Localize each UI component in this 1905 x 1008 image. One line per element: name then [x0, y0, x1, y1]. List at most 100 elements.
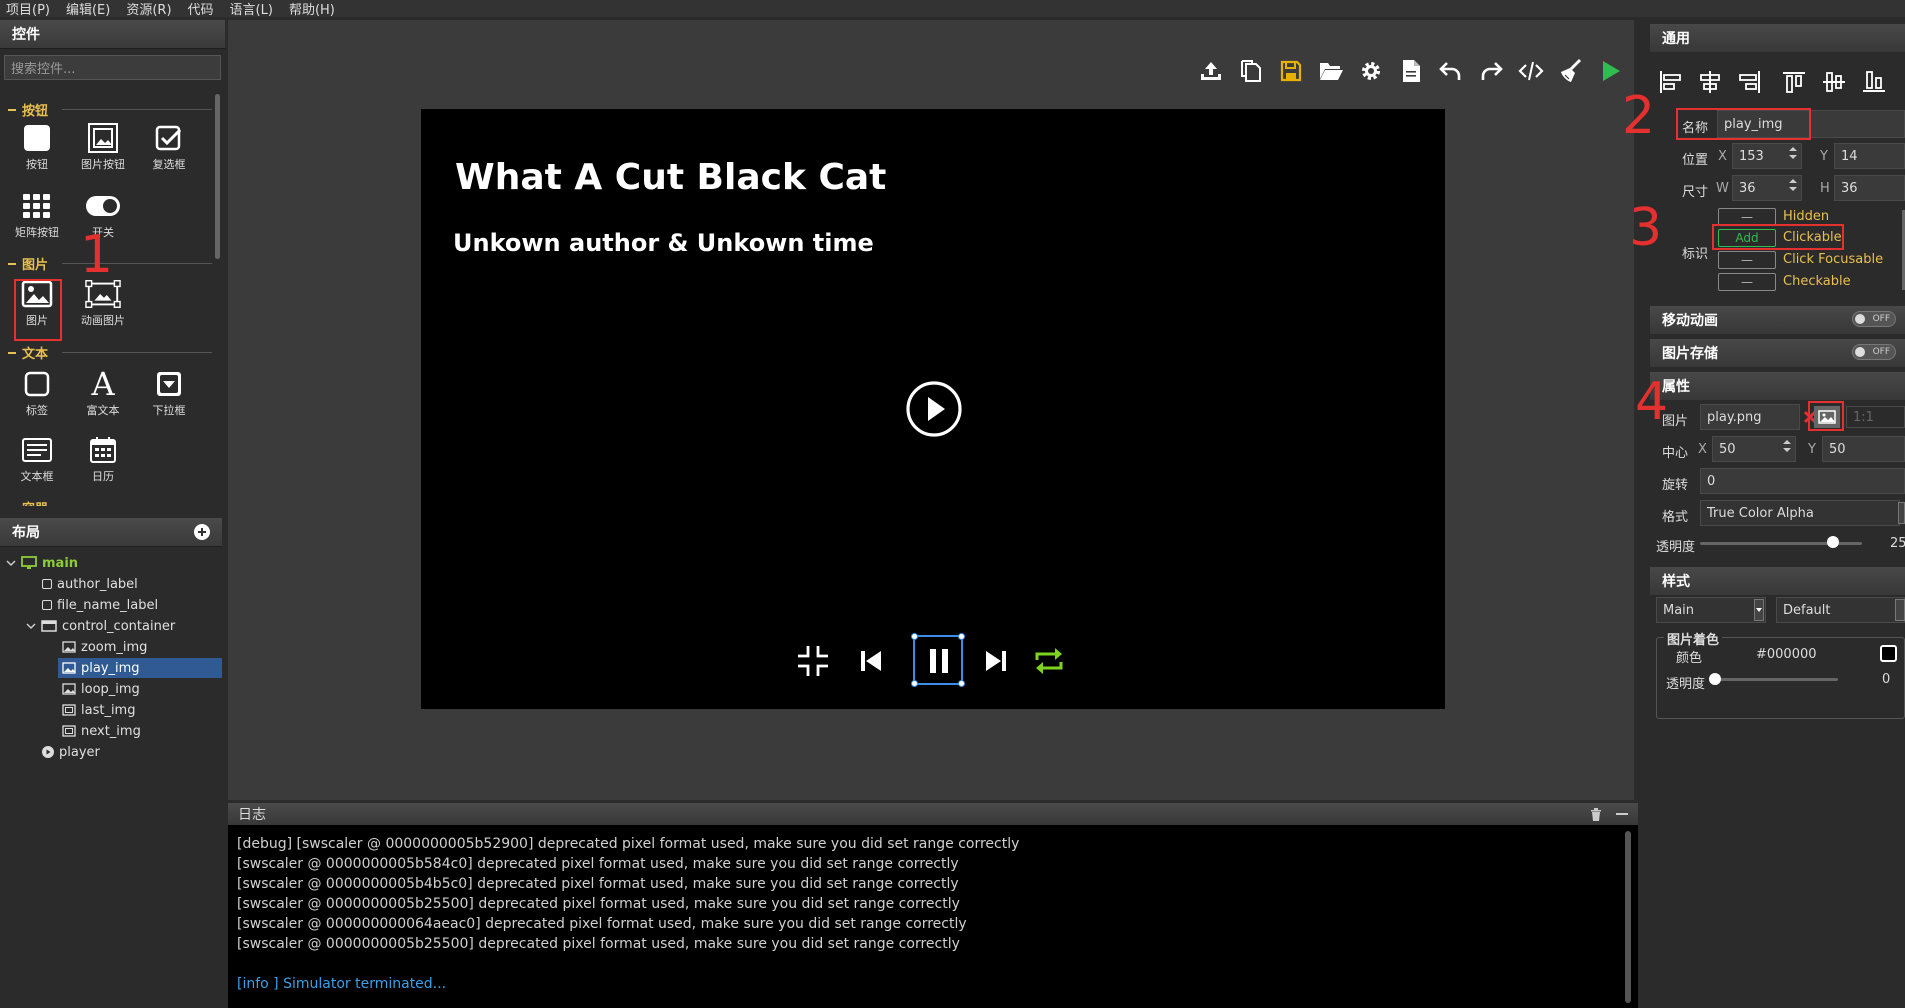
file-icon[interactable]	[1398, 58, 1424, 84]
save-icon[interactable]	[1278, 58, 1304, 84]
size-h-input[interactable]: 36	[1834, 175, 1905, 201]
style-part-select[interactable]: Main	[1656, 597, 1766, 623]
align-vcenter-icon[interactable]	[1822, 70, 1846, 94]
style-state-select[interactable]: Default	[1776, 597, 1905, 623]
spinner-icon[interactable]	[1789, 146, 1799, 160]
add-icon[interactable]	[194, 524, 210, 540]
menu-code[interactable]: 代码	[188, 0, 214, 18]
log-info-line: [info ] Simulator terminated...	[237, 976, 447, 992]
position-x-input[interactable]: 153	[1732, 143, 1802, 169]
tree-item-main[interactable]: main	[6, 553, 78, 573]
device-screen[interactable]: What A Cut Black Cat Unkown author & Unk…	[421, 109, 1445, 709]
code-icon[interactable]	[1518, 58, 1544, 84]
zoom-icon[interactable]	[796, 644, 830, 678]
broom-icon[interactable]	[1558, 58, 1584, 84]
spinner-icon[interactable]	[1789, 178, 1799, 192]
tree-item-next-img[interactable]: next_img	[62, 721, 141, 741]
center-play-icon[interactable]	[905, 380, 963, 438]
widget-scrollbar[interactable]	[215, 94, 220, 259]
menu-resources[interactable]: 资源(R)	[126, 0, 171, 18]
gear-icon[interactable]	[1358, 58, 1384, 84]
attributes-section-header[interactable]: 属性	[1650, 372, 1905, 400]
loop-icon[interactable]	[1033, 644, 1065, 678]
align-hcenter-icon[interactable]	[1698, 70, 1722, 94]
image-source-input[interactable]: play.png	[1700, 404, 1800, 430]
undo-icon[interactable]	[1438, 58, 1464, 84]
flag-checkable-button[interactable]: —	[1718, 273, 1776, 291]
tint-color-label: 颜色	[1676, 651, 1703, 666]
pause-icon-selected[interactable]	[911, 633, 965, 687]
align-left-icon[interactable]	[1658, 70, 1682, 94]
chevron-down-icon[interactable]	[6, 558, 16, 568]
next-track-icon[interactable]	[983, 648, 1009, 674]
center-x-input[interactable]: 50	[1712, 436, 1796, 462]
design-canvas[interactable]: What A Cut Black Cat Unkown author & Unk…	[228, 20, 1638, 800]
widget-calendar[interactable]: 日历	[71, 432, 135, 484]
format-select[interactable]: True Color Alpha	[1700, 500, 1900, 526]
chevron-down-icon[interactable]	[1895, 599, 1905, 621]
widget-image-button[interactable]: 图片按钮	[71, 120, 135, 172]
textarea-icon	[19, 432, 55, 468]
image-storage-toggle[interactable]: OFF	[1852, 344, 1896, 360]
aspect-ratio-button[interactable]: 1:1	[1846, 406, 1905, 428]
move-animation-toggle[interactable]: OFF	[1852, 311, 1896, 327]
widget-label-label: 标签	[26, 404, 48, 417]
menu-edit[interactable]: 编辑(E)	[66, 0, 110, 18]
run-icon[interactable]	[1598, 58, 1624, 84]
calendar-icon	[85, 432, 121, 468]
tree-label-player: player	[59, 744, 100, 760]
flags-label: 标识	[1682, 247, 1709, 262]
rotation-input[interactable]: 0	[1700, 468, 1905, 494]
open-folder-icon[interactable]	[1318, 58, 1344, 84]
style-part-value: Main	[1663, 602, 1695, 618]
tree-item-zoom-img[interactable]: zoom_img	[62, 637, 147, 657]
align-bottom-icon[interactable]	[1862, 70, 1886, 94]
flag-click-focusable-button[interactable]: —	[1718, 251, 1776, 269]
redo-icon[interactable]	[1478, 58, 1504, 84]
center-y-input[interactable]: 50	[1822, 436, 1905, 462]
align-toolbar	[1654, 68, 1905, 94]
menu-project[interactable]: 项目(P)	[6, 0, 50, 18]
tree-item-loop-img[interactable]: loop_img	[62, 679, 140, 699]
tree-item-file-name-label[interactable]: file_name_label	[42, 595, 158, 615]
widget-button[interactable]: 按钮	[5, 120, 69, 172]
checkbox-icon	[151, 120, 187, 156]
style-section-header[interactable]: 样式	[1650, 567, 1905, 595]
log-scrollbar[interactable]	[1625, 831, 1631, 1003]
align-top-icon[interactable]	[1782, 70, 1806, 94]
tint-color-swatch[interactable]	[1880, 645, 1897, 662]
position-y-input[interactable]: 14	[1834, 143, 1905, 169]
size-w-label: W	[1716, 181, 1729, 196]
chevron-down-icon[interactable]	[1898, 502, 1905, 524]
menu-help[interactable]: 帮助(H)	[289, 0, 335, 18]
tint-opacity-slider-handle[interactable]	[1709, 673, 1721, 685]
format-value: True Color Alpha	[1707, 505, 1814, 521]
menu-language[interactable]: 语言(L)	[230, 0, 273, 18]
spinner-icon[interactable]	[1783, 439, 1793, 453]
widget-checkbox[interactable]: 复选框	[137, 120, 201, 172]
tree-item-play-img[interactable]: play_img	[62, 658, 140, 678]
widget-rich-text[interactable]: A 富文本	[71, 366, 135, 418]
align-right-icon[interactable]	[1738, 70, 1762, 94]
chevron-down-icon[interactable]	[26, 621, 36, 631]
widget-dropdown[interactable]: 下拉框	[137, 366, 201, 418]
opacity-slider-handle[interactable]	[1827, 536, 1839, 548]
tree-item-control-container[interactable]: control_container	[26, 616, 175, 636]
chevron-down-icon[interactable]	[1754, 599, 1764, 621]
widget-search-input[interactable]: 搜索控件...	[4, 55, 221, 80]
upload-icon[interactable]	[1198, 58, 1224, 84]
widget-matrix-button[interactable]: 矩阵按钮	[5, 188, 69, 240]
size-w-input[interactable]: 36	[1732, 175, 1802, 201]
widget-textarea[interactable]: 文本框	[5, 432, 69, 484]
copy-icon[interactable]	[1238, 58, 1264, 84]
previous-track-icon[interactable]	[858, 648, 884, 674]
minimize-icon[interactable]	[1616, 812, 1628, 816]
tree-item-author-label[interactable]: author_label	[42, 574, 138, 594]
general-section-header[interactable]: 通用	[1650, 24, 1905, 52]
tree-item-last-img[interactable]: last_img	[62, 700, 135, 720]
trash-icon[interactable]	[1590, 807, 1602, 821]
layout-panel: 布局 main author_label file_name_label con…	[0, 518, 222, 1008]
widget-label[interactable]: 标签	[5, 366, 69, 418]
tree-item-player[interactable]: player	[42, 742, 100, 762]
tint-opacity-slider[interactable]	[1714, 678, 1838, 681]
